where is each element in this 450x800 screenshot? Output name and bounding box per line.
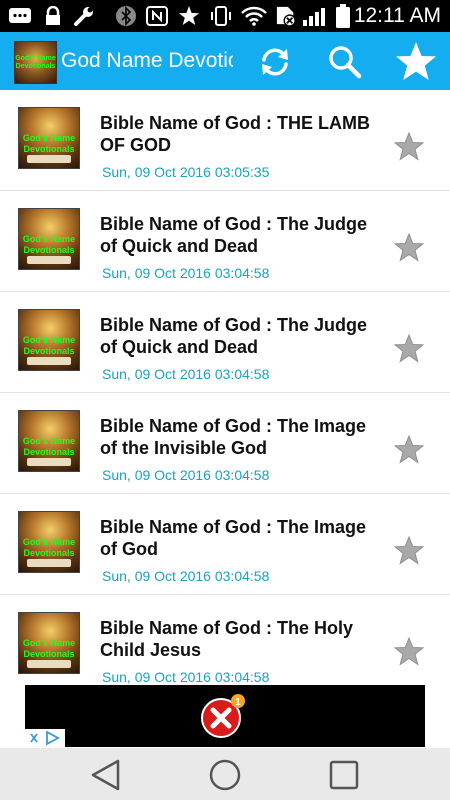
battery-icon <box>336 4 350 28</box>
thumbnail-text: God's Name Devotionals <box>22 133 76 154</box>
favorite-star-icon[interactable] <box>394 334 424 364</box>
search-icon[interactable] <box>325 42 365 82</box>
favorite-star-icon[interactable] <box>394 637 424 667</box>
list-item[interactable]: God's Name Devotionals Bible Name of God… <box>0 393 450 494</box>
thumbnail-text: God's Name Devotionals <box>22 335 76 356</box>
thumbnail-text: God's Name Devotionals <box>22 537 76 558</box>
item-date: Sun, 09 Oct 2016 03:04:58 <box>102 669 270 685</box>
favorites-star-icon[interactable] <box>394 40 438 84</box>
favorite-star-icon[interactable] <box>394 435 424 465</box>
app-bar: God's Name Devotionals God Name Devotion… <box>0 32 450 90</box>
favorite-star-icon[interactable] <box>394 233 424 263</box>
favorite-star-icon[interactable] <box>394 132 424 162</box>
refresh-icon[interactable] <box>255 42 295 82</box>
thumbnail-text: God's Name Devotionals <box>22 436 76 457</box>
item-thumbnail: God's Name Devotionals <box>18 208 80 270</box>
item-thumbnail: God's Name Devotionals <box>18 107 80 169</box>
item-thumbnail: God's Name Devotionals <box>18 309 80 371</box>
list-item[interactable]: God's Name Devotionals Bible Name of God… <box>0 292 450 393</box>
item-thumbnail: God's Name Devotionals <box>18 410 80 472</box>
item-title: Bible Name of God : THE LAMB OF GOD <box>100 113 370 155</box>
item-date: Sun, 09 Oct 2016 03:04:58 <box>102 467 270 483</box>
bluetooth-icon <box>116 6 136 26</box>
item-title: Bible Name of God : The Image of God <box>100 517 367 559</box>
ad-choices-icon[interactable] <box>25 729 65 747</box>
item-thumbnail: God's Name Devotionals <box>18 612 80 674</box>
ad-close-icon[interactable]: 1 <box>197 693 249 739</box>
list-item[interactable]: God's Name Devotionals Bible Name of God… <box>0 494 450 595</box>
list-item[interactable]: God's Name Devotionals Bible Name of God… <box>0 90 450 191</box>
home-icon[interactable] <box>207 757 243 793</box>
vibrate-icon <box>211 6 231 26</box>
app-logo[interactable]: God's Name Devotionals <box>14 41 57 84</box>
recents-icon[interactable] <box>326 757 362 793</box>
ad-badge-count: 1 <box>235 697 241 708</box>
thumbnail-text: God's Name Devotionals <box>22 234 76 255</box>
nfc-icon <box>146 6 168 26</box>
message-icon <box>9 8 31 23</box>
ad-banner[interactable]: 1 <box>25 685 425 747</box>
app-title: God Name Devotionals <box>61 49 233 72</box>
list-item[interactable]: God's Name Devotionals Bible Name of God… <box>0 191 450 292</box>
item-title: Bible Name of God : The Holy Child Jesus <box>100 618 354 660</box>
status-bar: 12:11 AM <box>0 0 450 32</box>
wifi-icon <box>241 6 267 26</box>
devotional-list: God's Name Devotionals Bible Name of God… <box>0 90 450 685</box>
back-icon[interactable] <box>88 757 124 793</box>
item-title: Bible Name of God : The Image of the Inv… <box>100 416 367 458</box>
signal-icon <box>303 8 325 26</box>
item-date: Sun, 09 Oct 2016 03:05:35 <box>102 164 270 180</box>
item-date: Sun, 09 Oct 2016 03:04:58 <box>102 366 270 382</box>
navigation-bar <box>0 748 450 800</box>
status-time: 12:11 AM <box>353 4 441 27</box>
app-logo-text: God's Name Devotionals <box>15 55 56 70</box>
lock-icon <box>46 6 60 25</box>
star-icon <box>179 6 199 25</box>
sim-icon <box>276 6 296 26</box>
item-title: Bible Name of God : The Judge of Quick a… <box>100 214 368 256</box>
wrench-icon <box>74 7 93 26</box>
item-title: Bible Name of God : The Judge of Quick a… <box>100 315 368 357</box>
list-item[interactable]: God's Name Devotionals Bible Name of God… <box>0 595 450 685</box>
item-thumbnail: God's Name Devotionals <box>18 511 80 573</box>
favorite-star-icon[interactable] <box>394 536 424 566</box>
item-date: Sun, 09 Oct 2016 03:04:58 <box>102 568 270 584</box>
thumbnail-text: God's Name Devotionals <box>22 638 76 659</box>
item-date: Sun, 09 Oct 2016 03:04:58 <box>102 265 270 281</box>
